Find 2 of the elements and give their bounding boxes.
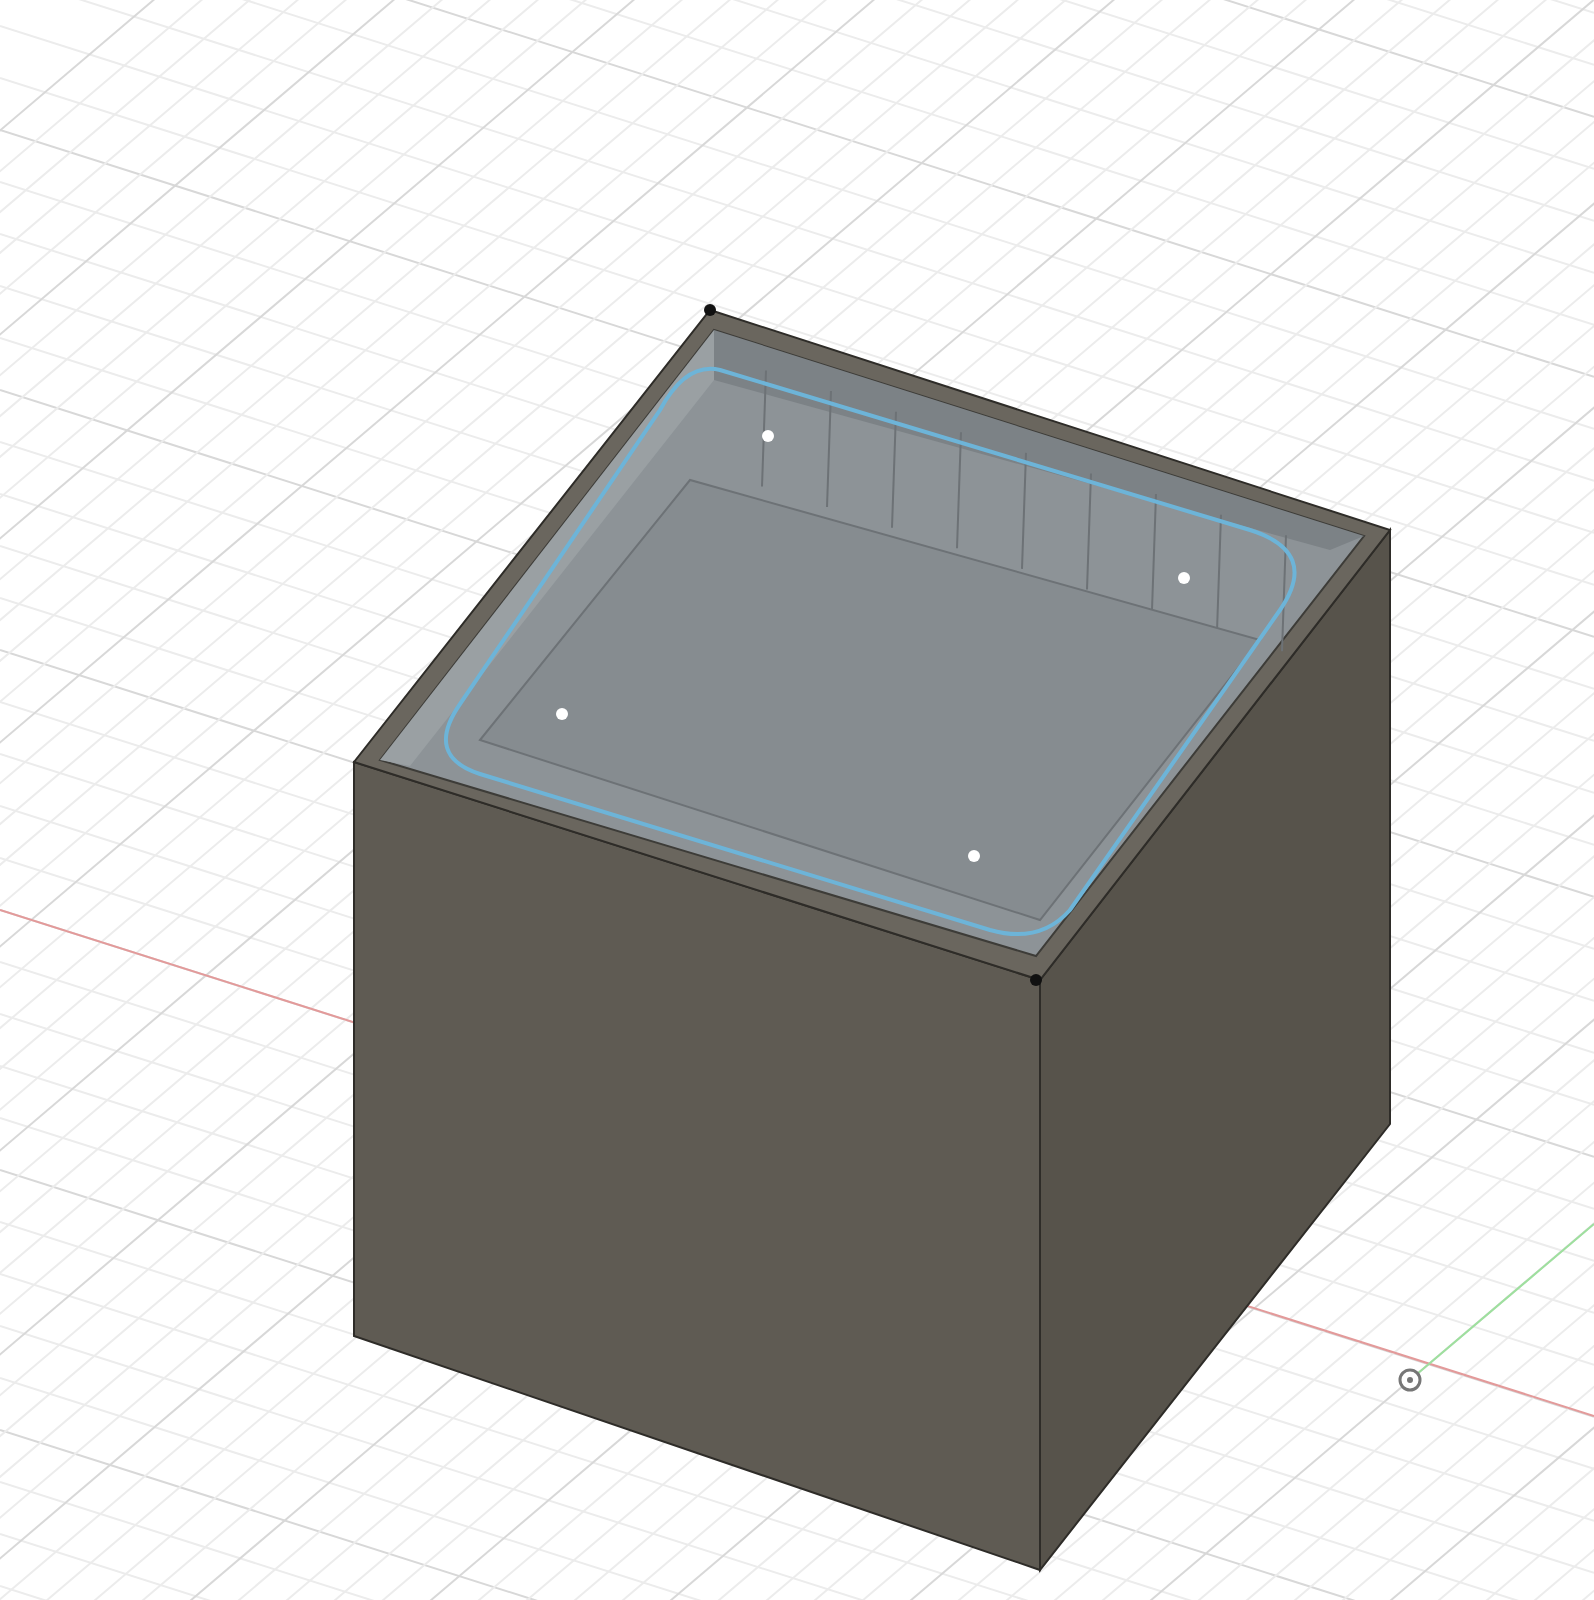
origin-icon[interactable] <box>1398 1368 1422 1392</box>
sketch-profile[interactable] <box>443 366 1297 936</box>
